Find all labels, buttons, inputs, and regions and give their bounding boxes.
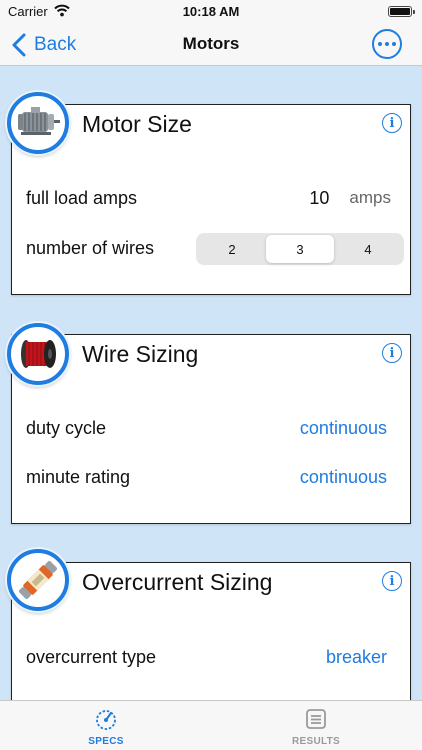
info-icon: i: [389, 573, 395, 589]
wire-sizing-card: Wire Sizing i duty cycle continuous minu…: [11, 334, 411, 524]
overcurrent-type-value[interactable]: breaker: [326, 647, 387, 668]
navigation-bar: Back Motors: [0, 24, 422, 66]
page-title: Motors: [182, 34, 240, 53]
tab-bar: SPECS RESULTS: [0, 700, 422, 750]
wires-option-4[interactable]: 4: [334, 235, 402, 263]
minute-rating-label: minute rating: [26, 466, 131, 487]
wire-sizing-title: Wire Sizing: [82, 341, 199, 367]
info-icon: i: [389, 115, 395, 131]
overcurrent-sizing-card: Overcurrent Sizing i overcurrent type br…: [11, 562, 411, 700]
minute-rating-row: minute rating continuous: [26, 462, 396, 492]
tab-results-label: RESULTS: [291, 736, 341, 747]
clock: 10:18 AM: [182, 4, 240, 19]
duty-cycle-row: duty cycle continuous: [26, 413, 396, 443]
motor-icon: [7, 92, 69, 154]
full-load-amps-row: full load amps 10 amps: [26, 183, 396, 213]
list-icon: [306, 709, 326, 729]
ellipsis-icon-dot: [385, 42, 389, 46]
motor-size-info-button[interactable]: i: [382, 113, 402, 133]
overcurrent-sizing-title: Overcurrent Sizing: [82, 569, 273, 595]
duty-cycle-label: duty cycle: [26, 417, 107, 438]
wires-option-2[interactable]: 2: [198, 235, 266, 263]
tab-specs[interactable]: SPECS: [46, 707, 166, 747]
ellipsis-icon-dot: [378, 42, 382, 46]
tab-results[interactable]: RESULTS: [256, 707, 376, 747]
overcurrent-info-button[interactable]: i: [382, 571, 402, 591]
number-of-wires-segmented-control[interactable]: 2 3 4: [196, 233, 404, 265]
amps-unit-label: amps: [349, 188, 391, 207]
full-load-amps-label: full load amps: [26, 187, 138, 208]
info-icon: i: [389, 345, 395, 361]
tab-specs-label: SPECS: [88, 736, 124, 747]
wires-option-3[interactable]: 3: [266, 235, 334, 263]
fuse-icon: [7, 549, 69, 611]
more-options-button[interactable]: [372, 29, 402, 59]
duty-cycle-value[interactable]: continuous: [300, 418, 387, 439]
status-bar: Carrier 10:18 AM: [0, 0, 422, 24]
motor-size-card: Motor Size i full load amps 10 amps numb…: [11, 104, 411, 295]
battery-icon: [388, 6, 415, 17]
wire-spool-icon: [7, 323, 69, 385]
motor-size-title: Motor Size: [82, 111, 192, 137]
overcurrent-type-label: overcurrent type: [26, 646, 157, 667]
ellipsis-icon-dot: [392, 42, 396, 46]
gauge-icon: [96, 710, 116, 730]
wire-sizing-info-button[interactable]: i: [382, 343, 402, 363]
overcurrent-type-row: overcurrent type breaker: [26, 642, 396, 672]
minute-rating-value[interactable]: continuous: [300, 467, 387, 488]
specs-content[interactable]: Motor Size i full load amps 10 amps numb…: [0, 67, 422, 700]
full-load-amps-input[interactable]: 10: [309, 188, 329, 209]
